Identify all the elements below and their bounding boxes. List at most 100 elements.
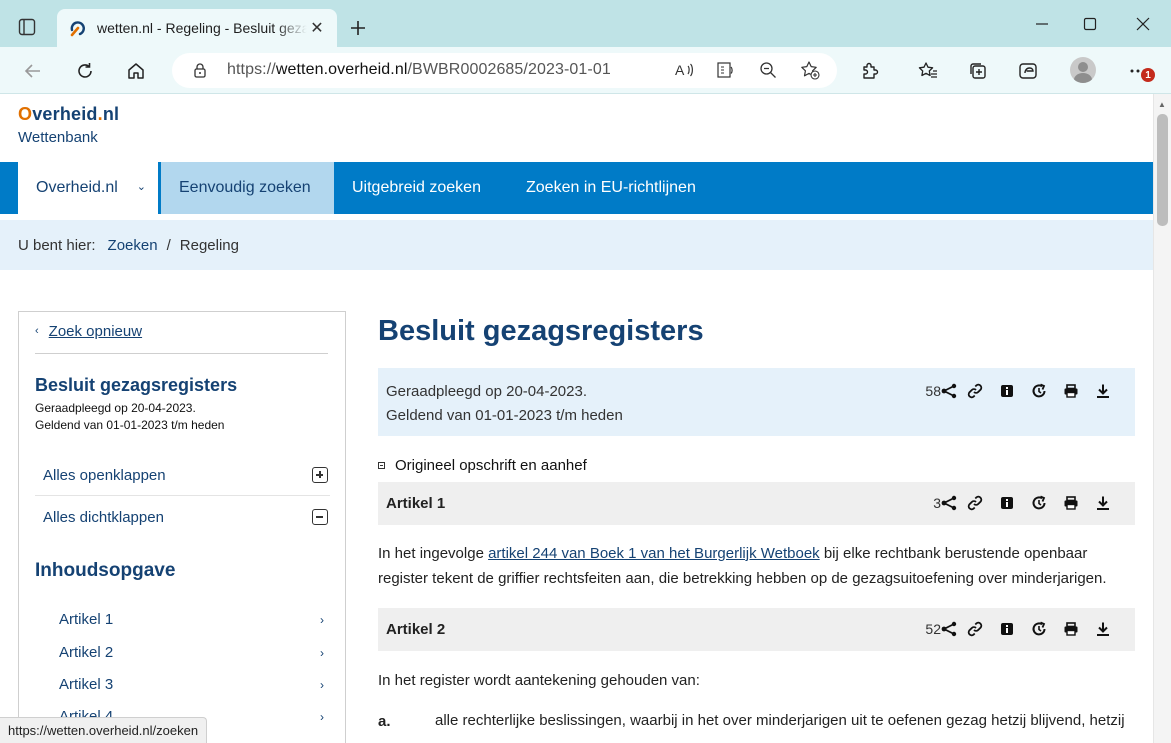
article-2-header[interactable]: Artikel 2 52 xyxy=(378,608,1135,651)
print-icon[interactable] xyxy=(1055,493,1087,513)
nav-home-dropdown[interactable]: Overheid.nl ⌄ xyxy=(18,162,158,214)
print-icon[interactable] xyxy=(1055,619,1087,639)
add-favorite-icon[interactable] xyxy=(796,56,824,84)
article-2-list-text: alle rechterlijke beslissingen, waarbij … xyxy=(435,712,1125,729)
minus-box-icon xyxy=(312,509,328,525)
tab-actions-button[interactable] xyxy=(12,12,42,42)
active-tab[interactable]: wetten.nl - Regeling - Besluit gezagsreg… xyxy=(57,9,337,47)
article-2-label: Artikel 2 xyxy=(386,621,446,638)
favorites-button[interactable] xyxy=(912,55,944,87)
url-text[interactable]: https://wetten.overheid.nl/BWBR0002685/2… xyxy=(227,61,611,79)
home-icon xyxy=(128,63,144,79)
plus-box-icon xyxy=(312,467,328,483)
history-icon[interactable] xyxy=(1023,619,1055,639)
svg-text:A: A xyxy=(675,62,685,78)
nav-zoeken-eu-richtlijnen[interactable]: Zoeken in EU-richtlijnen xyxy=(526,162,696,214)
back-button[interactable] xyxy=(17,55,49,87)
expand-all-button[interactable]: Alles openklappen xyxy=(35,454,330,496)
article-2-intro: In het register wordt aantekening gehoud… xyxy=(378,672,700,689)
share-icon[interactable] xyxy=(941,619,959,639)
article-2-tools: 52 xyxy=(925,619,1119,639)
sidebar-valid: Geldend van 01-01-2023 t/m heden xyxy=(35,418,225,432)
nav-home-label: Overheid.nl xyxy=(36,179,118,196)
web-page: Overheid.nl Wettenbank Overheid.nl ⌄ Een… xyxy=(0,94,1153,743)
close-window-button[interactable] xyxy=(1123,8,1163,40)
address-bar[interactable]: https://wetten.overheid.nl/BWBR0002685/2… xyxy=(172,53,837,88)
maximize-button[interactable] xyxy=(1070,8,1110,40)
link-icon[interactable] xyxy=(959,619,991,639)
scrollbar-thumb[interactable] xyxy=(1157,114,1168,226)
immersive-reader-icon[interactable] xyxy=(712,56,740,84)
link-icon[interactable] xyxy=(959,493,991,513)
zoek-opnieuw-link[interactable]: ‹ Zoek opnieuw xyxy=(35,323,142,340)
page-scrollbar[interactable]: ▲ xyxy=(1153,94,1171,743)
tab-actions-icon xyxy=(18,18,36,36)
info-icon[interactable] xyxy=(991,381,1023,401)
document-info-box: Geraadpleegd op 20-04-2023. Geldend van … xyxy=(378,368,1135,436)
minimize-button[interactable] xyxy=(1022,8,1062,40)
toc-item-artikel-2[interactable]: Artikel 2 › xyxy=(59,644,324,661)
article-1-tools: 3 xyxy=(933,493,1119,513)
share-count: 3 xyxy=(933,495,941,511)
notification-badge: 1 xyxy=(1141,68,1155,82)
home-button[interactable] xyxy=(120,55,152,87)
chevron-right-icon: › xyxy=(320,646,324,660)
article-2-list-label: a. xyxy=(378,713,391,730)
site-favicon-icon xyxy=(70,21,85,37)
chevron-right-icon: › xyxy=(320,710,324,724)
toc-item-artikel-1[interactable]: Artikel 1 › xyxy=(59,611,324,628)
scroll-up-arrow-icon[interactable]: ▲ xyxy=(1158,100,1166,109)
breadcrumb-zoeken[interactable]: Zoeken xyxy=(108,237,158,254)
refresh-icon xyxy=(78,63,92,78)
share-icon[interactable] xyxy=(941,381,959,401)
nav-eenvoudig-zoeken[interactable]: Eenvoudig zoeken xyxy=(161,162,334,214)
collections-button[interactable] xyxy=(962,55,994,87)
print-icon[interactable] xyxy=(1055,381,1087,401)
browser-toolbar: https://wetten.overheid.nl/BWBR0002685/2… xyxy=(0,47,1171,94)
nav-uitgebreid-zoeken[interactable]: Uitgebreid zoeken xyxy=(352,162,481,214)
close-icon xyxy=(1136,17,1150,31)
chevron-left-icon: ‹ xyxy=(35,325,39,337)
sidebar-title: Besluit gezagsregisters xyxy=(35,375,238,395)
article-1-text: In het ingevolge artikel 244 van Boek 1 … xyxy=(378,545,1107,587)
info-icon[interactable] xyxy=(991,493,1023,513)
toc-title: Inhoudsopgave xyxy=(35,560,176,581)
maximize-icon xyxy=(1083,17,1097,31)
new-tab-button[interactable] xyxy=(344,14,372,42)
tab-close-icon[interactable]: ✕ xyxy=(307,18,327,38)
refresh-button[interactable] xyxy=(69,55,101,87)
link-status-bar: https://wetten.overheid.nl/zoeken xyxy=(0,717,208,743)
main-navigation: Overheid.nl ⌄ Eenvoudig zoeken Uitgebrei… xyxy=(0,162,1153,214)
download-icon[interactable] xyxy=(1087,619,1119,639)
zoom-icon[interactable] xyxy=(754,56,782,84)
minimize-icon xyxy=(1036,23,1048,25)
extensions-button[interactable] xyxy=(854,55,886,87)
share-count: 58 xyxy=(925,383,941,399)
history-icon[interactable] xyxy=(1023,493,1055,513)
share-icon[interactable] xyxy=(941,493,959,513)
browser-titlebar: wetten.nl - Regeling - Besluit gezagsreg… xyxy=(0,0,1171,47)
site-logo[interactable]: Overheid.nl xyxy=(18,104,119,125)
doc-valid: Geldend van 01-01-2023 t/m heden xyxy=(386,407,623,424)
original-heading-toggle[interactable]: Origineel opschrift en aanhef xyxy=(378,457,587,474)
download-icon[interactable] xyxy=(1087,381,1119,401)
article-1-header[interactable]: Artikel 1 3 xyxy=(378,482,1135,525)
toc-item-artikel-3[interactable]: Artikel 3 › xyxy=(59,676,324,693)
breadcrumb: U bent hier: Zoeken / Regeling xyxy=(0,220,1153,270)
puzzle-icon xyxy=(863,62,879,79)
burgerlijk-wetboek-link[interactable]: artikel 244 van Boek 1 van het Burgerlij… xyxy=(488,545,820,562)
profile-avatar[interactable] xyxy=(1070,57,1096,83)
browser-essentials-button[interactable] xyxy=(1012,55,1044,87)
favorites-icon xyxy=(918,62,937,78)
collections-icon xyxy=(970,63,986,79)
site-subtitle: Wettenbank xyxy=(18,129,98,146)
info-icon[interactable] xyxy=(991,619,1023,639)
lock-icon[interactable] xyxy=(186,56,214,84)
link-icon[interactable] xyxy=(959,381,991,401)
read-aloud-icon[interactable]: A xyxy=(670,56,698,84)
history-icon[interactable] xyxy=(1023,381,1055,401)
breadcrumb-regeling: Regeling xyxy=(179,236,239,254)
chevron-right-icon: › xyxy=(320,678,324,692)
collapse-all-button[interactable]: Alles dichtklappen xyxy=(35,496,330,538)
download-icon[interactable] xyxy=(1087,493,1119,513)
